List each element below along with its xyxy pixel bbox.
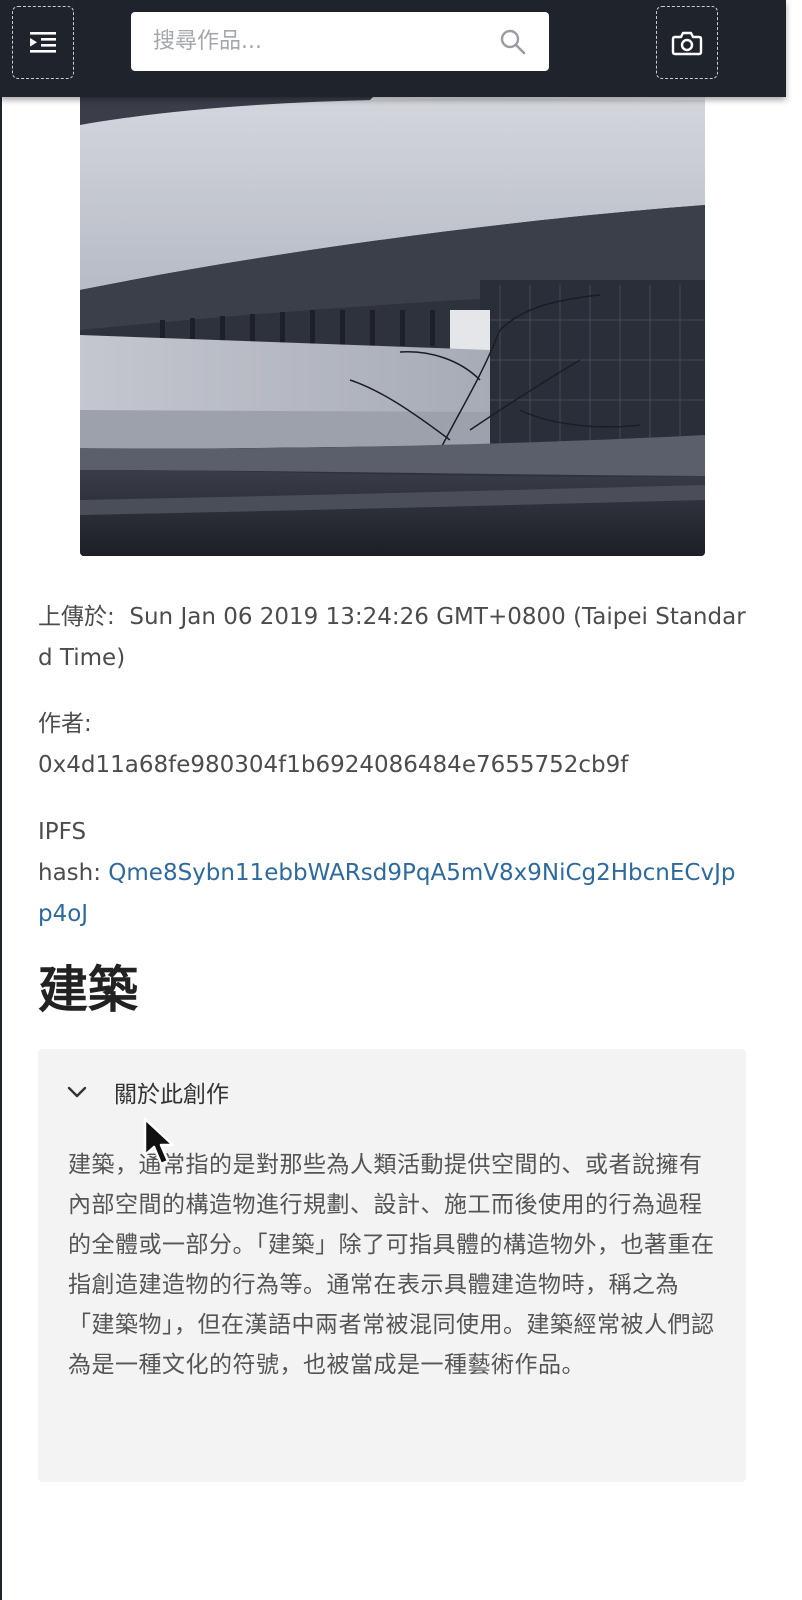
search-input[interactable] bbox=[131, 12, 493, 71]
artwork-title: 建築 bbox=[38, 961, 138, 1019]
artwork-image bbox=[80, 30, 705, 556]
ipfs-hash-row: IPFS hash: Qme8Sybn11ebbWARsd9PqA5mV8x9N… bbox=[38, 812, 750, 935]
about-toggle[interactable]: 關於此創作 bbox=[66, 1069, 229, 1115]
menu-button[interactable] bbox=[12, 6, 74, 79]
upload-date-row: 上傳於: Sun Jan 06 2019 13:24:26 GMT+0800 (… bbox=[38, 597, 750, 679]
upload-date: Sun Jan 06 2019 13:24:26 GMT+0800 (Taipe… bbox=[38, 604, 746, 671]
about-panel: 關於此創作 建築，通常指的是對那些為人類活動提供空間的、或者說擁有內部空間的構造… bbox=[38, 1049, 746, 1482]
author-label: 作者: bbox=[38, 711, 92, 737]
author-row: 作者: 0x4d11a68fe980304f1b6924086484e76557… bbox=[38, 704, 750, 786]
author-address: 0x4d11a68fe980304f1b6924086484e7655752cb… bbox=[38, 752, 629, 778]
about-heading: 關於此創作 bbox=[114, 1082, 229, 1108]
mouse-pointer-icon bbox=[143, 1117, 175, 1166]
top-navigation-bar bbox=[0, 0, 786, 97]
chevron-down-icon bbox=[67, 1086, 87, 1098]
upload-label: 上傳於: bbox=[38, 604, 115, 630]
camera-button[interactable] bbox=[656, 6, 718, 79]
search-box[interactable] bbox=[131, 12, 549, 71]
window-edge bbox=[0, 0, 2, 1600]
hash-label: hash: bbox=[38, 860, 101, 886]
artwork-photo bbox=[80, 30, 705, 556]
camera-icon bbox=[671, 31, 703, 55]
page: 上傳於: Sun Jan 06 2019 13:24:26 GMT+0800 (… bbox=[0, 0, 802, 1600]
ipfs-label: IPFS bbox=[38, 819, 87, 845]
ipfs-hash-link[interactable]: Qme8Sybn11ebbWARsd9PqA5mV8x9NiCg2HbcnECv… bbox=[38, 860, 735, 927]
search-icon[interactable] bbox=[499, 28, 527, 56]
about-description: 建築，通常指的是對那些為人類活動提供空間的、或者說擁有內部空間的構造物進行規劃、… bbox=[68, 1152, 715, 1378]
menu-indent-icon bbox=[30, 31, 56, 53]
